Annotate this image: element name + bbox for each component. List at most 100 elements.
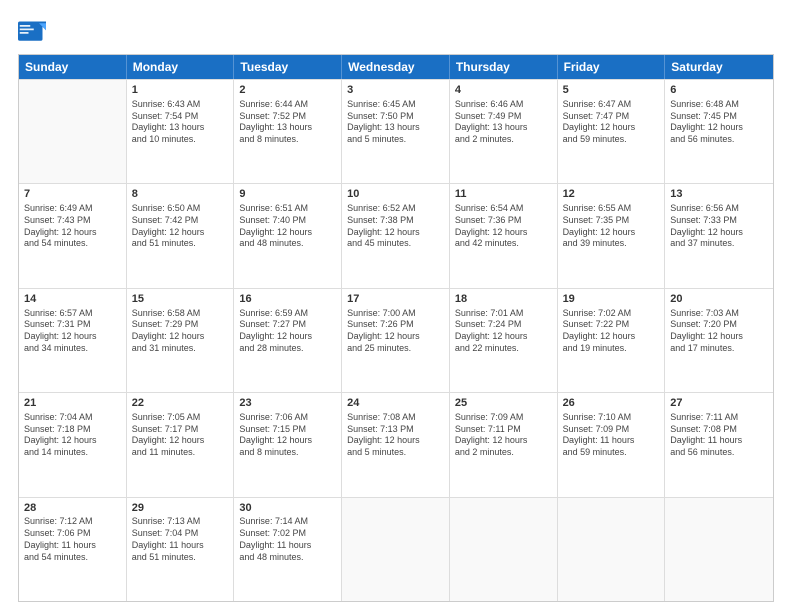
cell-line: and 34 minutes. [24,343,121,355]
cell-line: Sunset: 7:52 PM [239,111,336,123]
calendar-row: 14Sunrise: 6:57 AMSunset: 7:31 PMDayligh… [19,288,773,392]
cell-line: Daylight: 12 hours [239,435,336,447]
cell-line: Sunset: 7:40 PM [239,215,336,227]
weekday-header: Tuesday [234,55,342,79]
cell-line: Sunrise: 6:58 AM [132,308,229,320]
cell-line: and 2 minutes. [455,447,552,459]
cell-line: Daylight: 12 hours [563,227,660,239]
cell-line: Sunrise: 6:55 AM [563,203,660,215]
cell-line: Sunset: 7:13 PM [347,424,444,436]
cell-line: Daylight: 12 hours [563,331,660,343]
cell-line: Sunset: 7:26 PM [347,319,444,331]
cell-line: Daylight: 12 hours [563,122,660,134]
cell-line: Sunset: 7:18 PM [24,424,121,436]
cell-line: Sunrise: 7:05 AM [132,412,229,424]
day-number: 24 [347,396,444,411]
cell-line: Sunset: 7:08 PM [670,424,768,436]
cell-line: Sunset: 7:47 PM [563,111,660,123]
cell-line: Sunrise: 7:06 AM [239,412,336,424]
cell-line: Sunrise: 6:48 AM [670,99,768,111]
day-number: 15 [132,292,229,307]
cell-line: Daylight: 12 hours [455,331,552,343]
calendar-cell: 10Sunrise: 6:52 AMSunset: 7:38 PMDayligh… [342,184,450,287]
cell-line: and 10 minutes. [132,134,229,146]
day-number: 30 [239,501,336,516]
weekday-header: Friday [558,55,666,79]
cell-line: Sunset: 7:24 PM [455,319,552,331]
cell-line: Sunset: 7:31 PM [24,319,121,331]
cell-line: Daylight: 12 hours [347,227,444,239]
cell-line: Daylight: 11 hours [563,435,660,447]
cell-line: Sunset: 7:20 PM [670,319,768,331]
day-number: 14 [24,292,121,307]
day-number: 20 [670,292,768,307]
day-number: 26 [563,396,660,411]
cell-line: Daylight: 12 hours [24,227,121,239]
cell-line: and 51 minutes. [132,552,229,564]
cell-line: Sunset: 7:36 PM [455,215,552,227]
calendar-cell: 14Sunrise: 6:57 AMSunset: 7:31 PMDayligh… [19,289,127,392]
day-number: 18 [455,292,552,307]
calendar-row: 21Sunrise: 7:04 AMSunset: 7:18 PMDayligh… [19,392,773,496]
cell-line: Sunrise: 7:13 AM [132,516,229,528]
calendar-header: SundayMondayTuesdayWednesdayThursdayFrid… [19,55,773,79]
day-number: 2 [239,83,336,98]
cell-line: Sunrise: 6:49 AM [24,203,121,215]
calendar-cell: 24Sunrise: 7:08 AMSunset: 7:13 PMDayligh… [342,393,450,496]
cell-line: and 59 minutes. [563,447,660,459]
day-number: 21 [24,396,121,411]
day-number: 29 [132,501,229,516]
day-number: 16 [239,292,336,307]
calendar-cell: 6Sunrise: 6:48 AMSunset: 7:45 PMDaylight… [665,80,773,183]
cell-line: and 17 minutes. [670,343,768,355]
weekday-header: Wednesday [342,55,450,79]
calendar-cell: 4Sunrise: 6:46 AMSunset: 7:49 PMDaylight… [450,80,558,183]
calendar-cell: 5Sunrise: 6:47 AMSunset: 7:47 PMDaylight… [558,80,666,183]
cell-line: Sunset: 7:06 PM [24,528,121,540]
cell-line: Sunrise: 7:00 AM [347,308,444,320]
day-number: 19 [563,292,660,307]
day-number: 6 [670,83,768,98]
cell-line: Sunrise: 7:02 AM [563,308,660,320]
cell-line: Sunrise: 6:52 AM [347,203,444,215]
day-number: 10 [347,187,444,202]
cell-line: and 54 minutes. [24,238,121,250]
calendar-cell: 11Sunrise: 6:54 AMSunset: 7:36 PMDayligh… [450,184,558,287]
cell-line: Sunset: 7:54 PM [132,111,229,123]
cell-line: and 48 minutes. [239,238,336,250]
day-number: 27 [670,396,768,411]
cell-line: Sunrise: 6:44 AM [239,99,336,111]
calendar-cell: 27Sunrise: 7:11 AMSunset: 7:08 PMDayligh… [665,393,773,496]
cell-line: Sunrise: 7:03 AM [670,308,768,320]
cell-line: and 51 minutes. [132,238,229,250]
cell-line: Daylight: 12 hours [347,331,444,343]
day-number: 12 [563,187,660,202]
calendar-cell: 23Sunrise: 7:06 AMSunset: 7:15 PMDayligh… [234,393,342,496]
weekday-header: Saturday [665,55,773,79]
calendar-cell: 7Sunrise: 6:49 AMSunset: 7:43 PMDaylight… [19,184,127,287]
cell-line: Sunrise: 7:12 AM [24,516,121,528]
calendar-cell: 19Sunrise: 7:02 AMSunset: 7:22 PMDayligh… [558,289,666,392]
calendar-cell: 25Sunrise: 7:09 AMSunset: 7:11 PMDayligh… [450,393,558,496]
page-header [18,18,774,46]
cell-line: and 54 minutes. [24,552,121,564]
calendar-cell: 20Sunrise: 7:03 AMSunset: 7:20 PMDayligh… [665,289,773,392]
calendar-cell: 22Sunrise: 7:05 AMSunset: 7:17 PMDayligh… [127,393,235,496]
cell-line: and 22 minutes. [455,343,552,355]
cell-line: and 56 minutes. [670,134,768,146]
cell-line: and 48 minutes. [239,552,336,564]
calendar-cell: 8Sunrise: 6:50 AMSunset: 7:42 PMDaylight… [127,184,235,287]
day-number: 9 [239,187,336,202]
calendar-cell: 21Sunrise: 7:04 AMSunset: 7:18 PMDayligh… [19,393,127,496]
cell-line: and 19 minutes. [563,343,660,355]
cell-line: Sunset: 7:22 PM [563,319,660,331]
cell-line: Daylight: 12 hours [670,331,768,343]
calendar-row: 1Sunrise: 6:43 AMSunset: 7:54 PMDaylight… [19,79,773,183]
cell-line: Sunrise: 7:08 AM [347,412,444,424]
cell-line: and 56 minutes. [670,447,768,459]
day-number: 4 [455,83,552,98]
cell-line: Sunset: 7:02 PM [239,528,336,540]
day-number: 22 [132,396,229,411]
logo-icon [18,18,46,46]
cell-line: Daylight: 13 hours [347,122,444,134]
